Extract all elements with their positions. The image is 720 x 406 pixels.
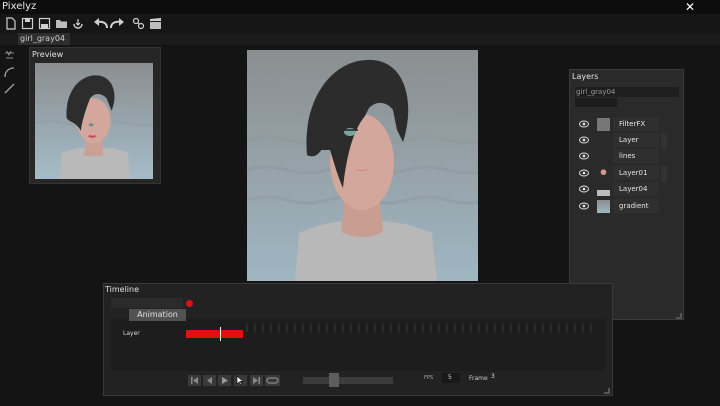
timeline-tool-strip[interactable] <box>111 298 183 308</box>
eye-icon[interactable] <box>579 185 589 193</box>
fps-label: FPS <box>424 375 434 381</box>
loop-icon[interactable] <box>265 375 280 386</box>
new-file-icon[interactable] <box>3 16 18 31</box>
layer-label: Layer04 <box>613 182 659 196</box>
save-as-icon[interactable] <box>37 16 52 31</box>
frame-value: 3 <box>491 373 495 380</box>
gradient-thumb <box>597 200 610 213</box>
fps-input[interactable]: 5 <box>442 373 460 383</box>
last-frame-icon[interactable] <box>250 375 263 386</box>
drawing-canvas[interactable] <box>247 50 478 281</box>
clapper-icon[interactable] <box>148 16 163 31</box>
eye-icon[interactable] <box>579 152 589 160</box>
eye-icon[interactable] <box>579 120 589 128</box>
layer-label: Layer01 <box>613 166 659 180</box>
preview-image <box>35 63 153 179</box>
layer-item-filterfx[interactable]: FilterFX <box>575 117 665 132</box>
layers-title: Layers <box>572 72 599 81</box>
app-title: Pixelyz <box>2 1 37 12</box>
mouse-cursor-icon <box>236 375 244 386</box>
curve-tool-icon[interactable] <box>3 66 16 79</box>
link-icon[interactable] <box>131 16 146 31</box>
line-tool-icon[interactable] <box>3 82 16 95</box>
preview-title: Preview <box>32 50 64 59</box>
zoom-slider[interactable] <box>303 377 393 384</box>
playhead[interactable] <box>220 327 221 341</box>
layer-label: lines <box>613 149 659 163</box>
eye-icon[interactable] <box>579 202 589 210</box>
eye-icon[interactable] <box>579 136 589 144</box>
save-icon[interactable] <box>20 16 35 31</box>
layer-label: Layer <box>613 133 659 147</box>
layer-item-layer04[interactable]: Layer04 <box>575 182 665 197</box>
import-icon[interactable] <box>71 16 86 31</box>
main-toolbar <box>0 14 720 33</box>
track-label: Layer <box>123 330 140 337</box>
body-thumb <box>597 183 610 196</box>
redo-icon[interactable] <box>108 16 126 31</box>
open-folder-icon[interactable] <box>54 16 69 31</box>
play-icon[interactable] <box>218 375 231 386</box>
title-bar <box>0 0 720 14</box>
keyframe-range[interactable] <box>186 330 243 338</box>
timeline-title: Timeline <box>105 285 140 294</box>
layer-scroll-handle[interactable] <box>661 166 667 181</box>
layer-item-layer[interactable]: Layer <box>575 133 667 148</box>
layer-scroll-handle[interactable] <box>661 133 667 148</box>
frame-ruler[interactable] <box>245 323 595 333</box>
face-thumb <box>597 167 610 180</box>
filter-thumb <box>597 118 610 131</box>
layer-label: FilterFX <box>613 117 659 131</box>
layer-label: gradient <box>613 199 659 213</box>
layer-item-layer01[interactable]: Layer01 <box>575 166 667 181</box>
tab-animation[interactable]: Animation <box>129 309 186 321</box>
record-button[interactable] <box>186 300 193 307</box>
layers-document-name: girl_gray04 <box>575 87 679 97</box>
prev-frame-icon[interactable] <box>203 375 216 386</box>
hair-thumb <box>597 134 610 147</box>
tab-document[interactable]: girl_gray04 <box>18 33 70 45</box>
layers-options-bar[interactable] <box>575 98 617 107</box>
timeline-resize-grip[interactable] <box>604 388 610 394</box>
select-tool-icon[interactable] <box>3 49 16 62</box>
layer-item-gradient[interactable]: gradient <box>575 199 665 214</box>
lines-thumb <box>597 150 610 163</box>
eye-icon[interactable] <box>579 169 589 177</box>
zoom-slider-handle[interactable] <box>329 373 339 387</box>
document-tab-bar <box>0 33 720 45</box>
first-frame-icon[interactable] <box>188 375 201 386</box>
layer-item-lines[interactable]: lines <box>575 149 665 164</box>
frame-label: Frame <box>469 375 488 382</box>
layers-resize-grip[interactable] <box>676 313 682 319</box>
left-toolbar <box>0 45 20 406</box>
window-close-button[interactable]: ✕ <box>683 0 697 14</box>
